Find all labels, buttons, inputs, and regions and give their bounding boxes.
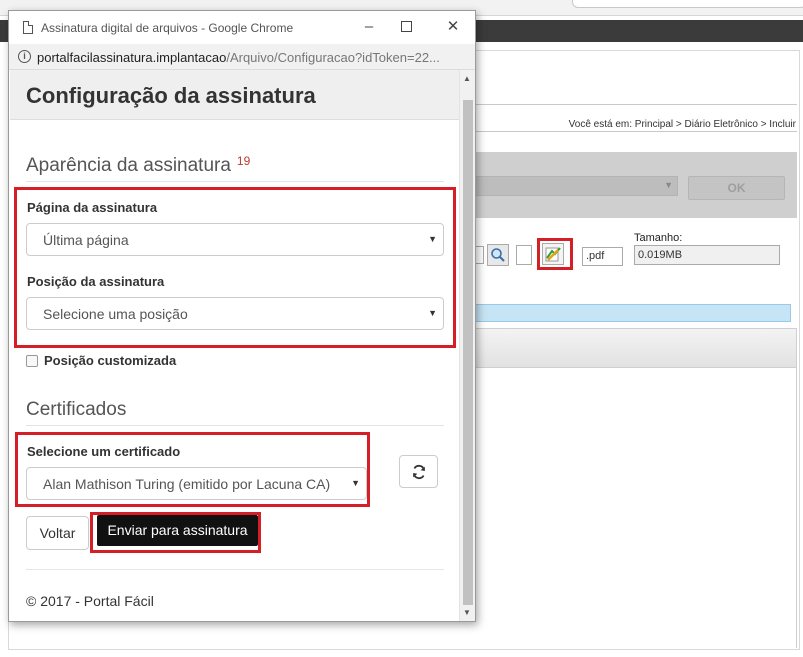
document-icon[interactable] <box>516 245 532 265</box>
chevron-down-icon: ▼ <box>664 180 673 190</box>
section-divider <box>26 425 444 426</box>
signature-position-value: Selecione uma posição <box>43 306 188 322</box>
back-button[interactable]: Voltar <box>26 516 89 550</box>
custom-position-row[interactable]: Posição customizada <box>26 353 176 368</box>
chevron-down-icon: ▼ <box>351 478 360 488</box>
minimize-button[interactable]: – <box>356 17 382 37</box>
chevron-down-icon: ▼ <box>428 308 437 318</box>
scrollbar-thumb[interactable] <box>463 100 473 605</box>
certificate-select[interactable]: Alan Mathison Turing (emitido por Lacuna… <box>26 467 367 500</box>
page-select-label: Página da assinatura <box>27 200 158 215</box>
dialog-header: Configuração da assinatura <box>10 70 459 120</box>
background-top-input <box>572 0 803 8</box>
footer-divider <box>26 569 444 570</box>
dialog-content: Configuração da assinatura Aparência da … <box>9 70 459 621</box>
certificate-value: Alan Mathison Turing (emitido por Lacuna… <box>43 476 331 492</box>
url-path: /Arquivo/Configuracao?idToken=22... <box>226 50 440 65</box>
footer-copyright: © 2017 - Portal Fácil <box>26 593 154 609</box>
appearance-section-title: Aparência da assinatura 19 <box>26 154 251 177</box>
background-select: ▼ <box>474 176 678 196</box>
background-divider <box>470 131 797 132</box>
certificate-select-label: Selecione um certificado <box>27 444 181 459</box>
custom-position-label: Posição customizada <box>44 353 177 368</box>
scroll-down-icon[interactable]: ▼ <box>463 608 471 617</box>
breadcrumb: Você está em: Principal > Diário Eletrôn… <box>568 119 796 130</box>
refresh-certificates-button[interactable] <box>399 455 438 488</box>
section-divider <box>26 181 444 182</box>
url-host: portalfacilassinatura.implantacao <box>37 50 227 65</box>
title-bar: Assinatura digital de arquivos - Google … <box>9 11 475 44</box>
page-title: Configuração da assinatura <box>26 83 316 108</box>
close-button[interactable]: ✕ <box>440 17 466 37</box>
signature-popup-window: Assinatura digital de arquivos - Google … <box>8 10 476 622</box>
page-icon <box>23 21 33 34</box>
size-field: 0.019MB <box>634 245 780 265</box>
search-icon[interactable] <box>487 244 509 266</box>
address-bar: i portalfacilassinatura.implantacao/Arqu… <box>9 44 475 70</box>
vertical-scrollbar[interactable]: ▲ ▼ <box>459 70 475 621</box>
background-panel-header <box>470 328 797 368</box>
background-panel-border <box>796 328 797 648</box>
file-extension-field: .pdf <box>582 247 623 266</box>
submit-signature-button[interactable]: Enviar para assinatura <box>97 515 258 546</box>
window-title: Assinatura digital de arquivos - Google … <box>41 21 294 35</box>
custom-position-checkbox[interactable] <box>26 354 38 367</box>
url-text[interactable]: portalfacilassinatura.implantacao/Arquiv… <box>37 50 440 65</box>
position-select-label: Posição da assinatura <box>27 274 165 289</box>
maximize-button[interactable] <box>393 17 419 37</box>
maximize-icon <box>400 21 412 32</box>
count-badge: 19 <box>236 154 251 168</box>
signature-page-select[interactable]: Última página ▼ <box>26 223 444 256</box>
chevron-down-icon: ▼ <box>428 234 437 244</box>
appearance-section-label: Aparência da assinatura <box>26 155 231 176</box>
info-icon[interactable]: i <box>18 50 31 63</box>
ok-button: OK <box>688 176 785 200</box>
progress-bar <box>470 304 791 322</box>
certificates-section-title: Certificados <box>26 399 127 420</box>
size-label: Tamanho: <box>634 232 683 244</box>
scroll-up-icon[interactable]: ▲ <box>463 74 471 83</box>
refresh-icon <box>412 464 425 479</box>
signature-position-select[interactable]: Selecione uma posição ▼ <box>26 297 444 330</box>
highlight-box <box>537 238 573 270</box>
signature-page-value: Última página <box>43 232 129 248</box>
background-divider <box>470 104 797 105</box>
